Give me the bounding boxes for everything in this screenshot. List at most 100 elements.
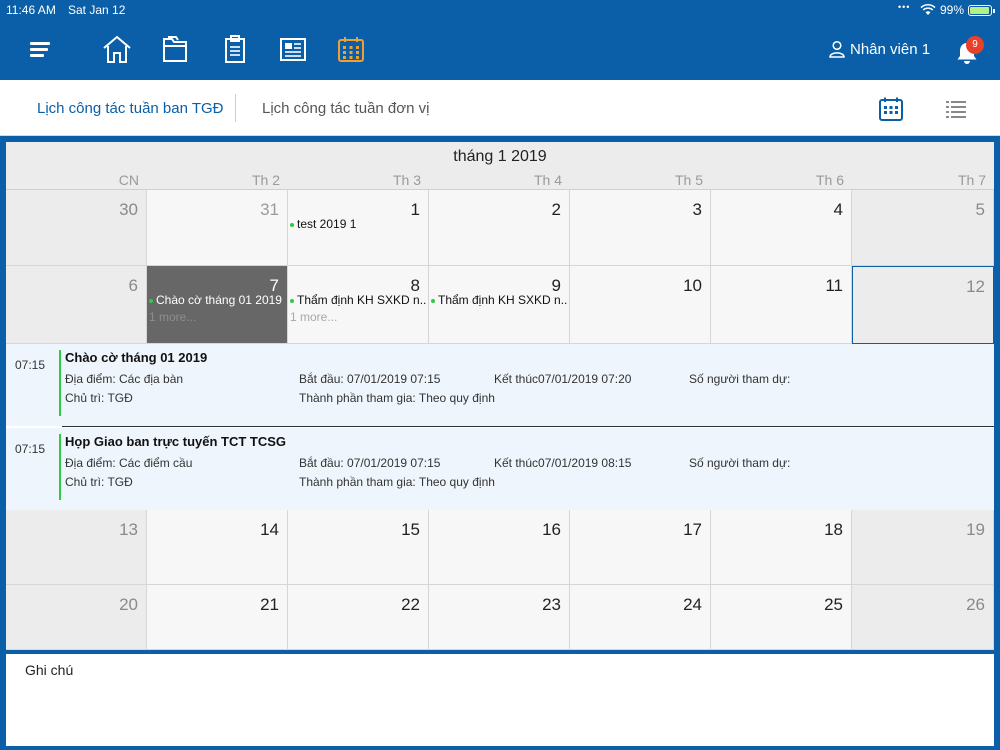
day-number: 15 — [401, 520, 420, 539]
agenda-time: 07:15 — [15, 358, 46, 372]
day-number: 11 — [825, 276, 843, 295]
day-number: 13 — [119, 520, 138, 539]
day-cell[interactable]: 6 — [6, 266, 147, 344]
event-title: test 2019 1 — [297, 217, 357, 231]
home-icon[interactable] — [100, 32, 134, 66]
more-events-link[interactable]: 1 more... — [149, 310, 196, 324]
tab-row: Lịch công tác tuần ban TGĐ Lịch công tác… — [0, 80, 1000, 136]
day-cell[interactable]: 18 — [711, 510, 852, 585]
day-number: 26 — [966, 595, 985, 614]
more-events-link[interactable]: 1 more... — [290, 310, 337, 324]
multitasking-dots-icon: ••• — [898, 2, 911, 12]
day-cell[interactable]: 15 — [288, 510, 429, 585]
day-number: 17 — [683, 520, 702, 539]
day-cell[interactable]: 11 — [711, 266, 852, 344]
list-view-icon[interactable] — [944, 98, 968, 120]
notes-panel: Ghi chú — [0, 650, 1000, 750]
event-dot-icon — [149, 298, 153, 303]
agenda-end: Kết thúc07/01/2019 07:20 — [494, 372, 632, 386]
event-chip[interactable]: test 2019 1 — [290, 217, 426, 231]
day-agenda: 07:15 Chào cờ tháng 01 2019 Địa điểm: Các … — [6, 344, 994, 510]
day-number: 22 — [401, 595, 420, 614]
event-dot-icon — [290, 222, 294, 227]
newspaper-icon[interactable] — [276, 32, 310, 66]
day-cell[interactable]: 17 — [570, 510, 711, 585]
week-row: 30 31 1 test 2019 1 2 3 4 5 — [6, 190, 994, 266]
day-number: 21 — [260, 595, 279, 614]
day-cell[interactable]: 16 — [429, 510, 570, 585]
day-number: 16 — [542, 520, 561, 539]
day-number: 19 — [966, 520, 985, 539]
day-cell[interactable]: 9 Thẩm định KH SXKD n... — [429, 266, 570, 344]
day-cell[interactable]: 22 — [288, 585, 429, 650]
clipboard-icon[interactable] — [218, 32, 252, 66]
event-chip[interactable]: Thẩm định KH SXKD n... — [431, 293, 567, 307]
day-number: 4 — [833, 200, 843, 219]
day-cell[interactable]: 10 — [570, 266, 711, 344]
day-cell[interactable]: 12 — [852, 266, 994, 344]
agenda-item[interactable]: 07:15 Họp Giao ban trực tuyến TCT TCSG Địa… — [6, 428, 994, 510]
day-cell[interactable]: 7 Chào cờ tháng 01 2019 1 more... — [147, 266, 288, 344]
day-cell[interactable]: 21 — [147, 585, 288, 650]
day-cell[interactable]: 23 — [429, 585, 570, 650]
day-cell[interactable]: 30 — [6, 190, 147, 266]
notes-area[interactable]: Ghi chú — [6, 654, 994, 746]
battery-icon — [968, 5, 995, 16]
day-cell[interactable]: 2 — [429, 190, 570, 266]
weekday-header: Th 6 — [815, 172, 844, 188]
day-cell[interactable]: 3 — [570, 190, 711, 266]
agenda-divider — [62, 426, 994, 427]
user-menu[interactable]: Nhân viên 1 — [828, 40, 930, 58]
week-row: 20 21 22 23 24 25 26 — [6, 585, 994, 650]
day-cell[interactable]: 31 — [147, 190, 288, 266]
month-title: tháng 1 2019 — [453, 148, 547, 165]
notification-badge: 9 — [966, 36, 984, 54]
calendar-icon[interactable] — [334, 32, 368, 66]
calendar-view-icon[interactable] — [878, 96, 904, 122]
day-cell[interactable]: 24 — [570, 585, 711, 650]
calendar-frame: tháng 1 2019 CN Th 2 Th 3 Th 4 Th 5 Th 6 Th 7 … — [0, 136, 1000, 650]
notes-label: Ghi chú — [25, 662, 74, 678]
agenda-start: Bắt đầu: 07/01/2019 07:15 — [299, 372, 441, 386]
day-cell[interactable]: 8 Thẩm định KH SXKD n... 1 more... — [288, 266, 429, 344]
event-title: Chào cờ tháng 01 2019 — [156, 293, 282, 307]
weekday-header: Th 7 — [957, 172, 986, 188]
tab-divider — [235, 94, 236, 122]
day-cell[interactable]: 4 — [711, 190, 852, 266]
day-number: 20 — [119, 595, 138, 614]
agenda-item[interactable]: 07:15 Chào cờ tháng 01 2019 Địa điểm: Các … — [6, 344, 994, 426]
event-dot-icon — [431, 298, 435, 303]
day-cell[interactable]: 19 — [852, 510, 994, 585]
day-number: 30 — [119, 200, 138, 219]
day-cell[interactable]: 13 — [6, 510, 147, 585]
folders-icon[interactable] — [159, 32, 193, 66]
day-number: 25 — [824, 595, 843, 614]
weekday-header: Th 2 — [251, 172, 280, 188]
user-name: Nhân viên 1 — [850, 40, 931, 58]
day-cell[interactable]: 1 test 2019 1 — [288, 190, 429, 266]
menu-icon[interactable] — [24, 32, 58, 66]
battery-percent: 99% — [940, 3, 965, 17]
day-cell[interactable]: 26 — [852, 585, 994, 650]
day-cell[interactable]: 14 — [147, 510, 288, 585]
tab-tgd-schedule[interactable]: Lịch công tác tuần ban TGĐ — [37, 100, 224, 117]
agenda-title: Chào cờ tháng 01 2019 — [65, 350, 208, 365]
agenda-location: Địa điểm: Các điểm cầu — [65, 456, 193, 470]
day-number: 2 — [551, 200, 561, 219]
day-number: 3 — [692, 200, 702, 219]
day-number: 14 — [260, 520, 279, 539]
tab-unit-schedule[interactable]: Lịch công tác tuần đơn vị — [262, 100, 429, 117]
day-cell[interactable]: 25 — [711, 585, 852, 650]
agenda-title: Họp Giao ban trực tuyến TCT TCSG — [65, 434, 287, 449]
day-cell[interactable]: 20 — [6, 585, 147, 650]
agenda-host: Chủ trì: TGĐ — [65, 391, 133, 405]
event-chip[interactable]: Chào cờ tháng 01 2019 — [149, 293, 285, 307]
week-row: 13 14 15 16 17 18 19 — [6, 510, 994, 585]
agenda-location: Địa điểm: Các địa bàn — [65, 372, 184, 386]
day-number: 12 — [966, 277, 985, 296]
event-chip[interactable]: Thẩm định KH SXKD n... — [290, 293, 426, 307]
day-number: 24 — [683, 595, 702, 614]
agenda-color-bar — [59, 350, 61, 416]
event-title: Thẩm định KH SXKD n... — [438, 293, 567, 307]
day-cell[interactable]: 5 — [852, 190, 994, 266]
